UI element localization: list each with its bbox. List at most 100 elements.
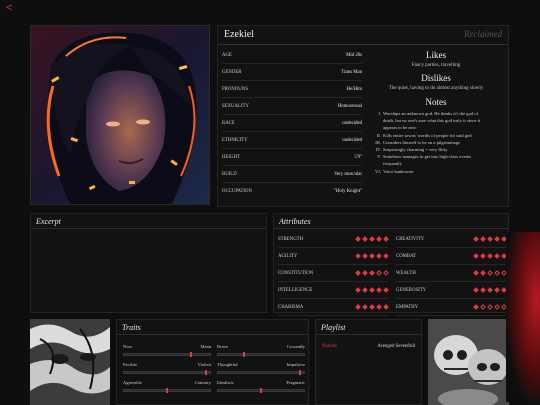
slider-thumb[interactable] [190, 352, 192, 357]
traits-panel: Traits Nice Mean Brave Cowardly Pacifist Viol… [116, 319, 309, 405]
info-row-pronouns: PRONOUNS He/Him [222, 81, 362, 98]
artwork-right [428, 319, 509, 405]
trait-slider[interactable] [123, 352, 211, 357]
filled-diamond-icon [355, 270, 361, 276]
info-row-gender: GENDER Trans Man [222, 64, 362, 81]
filled-diamond-icon [494, 253, 500, 259]
info-row-race: RACE undecided [222, 115, 362, 132]
status-label: Reclaimed [464, 29, 502, 39]
empty-diamond-icon [494, 304, 500, 310]
attribute-row: COMBAT [396, 248, 507, 265]
filled-diamond-icon [376, 287, 382, 293]
empty-diamond-icon [383, 270, 389, 276]
filled-diamond-icon [369, 287, 375, 293]
slider-thumb[interactable] [299, 370, 301, 375]
dislikes-text: The quiet, having to do almost anything … [388, 86, 484, 91]
attribute-label: WEALTH [396, 270, 416, 276]
playlist-divider [316, 334, 421, 335]
attributes-right-column: CREATIVITY COMBAT WEALTH GENEROSITY EMPATHY [396, 231, 507, 316]
excerpt-panel: Excerpt [30, 213, 267, 313]
filled-diamond-icon [473, 253, 479, 259]
filled-diamond-icon [487, 287, 493, 293]
slider-thumb[interactable] [166, 388, 168, 393]
info-row-age: AGE Mid 20s [222, 47, 362, 64]
filled-diamond-icon [355, 253, 361, 259]
filled-diamond-icon [473, 304, 479, 310]
trait-right-label: Impulsive [286, 362, 305, 367]
trait-slider[interactable] [123, 370, 211, 375]
filled-diamond-icon [383, 287, 389, 293]
attribute-rating [355, 270, 389, 276]
filled-diamond-icon [487, 236, 493, 242]
info-value: He/Him [346, 86, 362, 92]
artwork-left [30, 319, 110, 405]
dislikes-heading: Dislikes [421, 73, 451, 83]
attribute-rating [355, 236, 389, 242]
attribute-row: CREATIVITY [396, 231, 507, 248]
profile-panel: Ezekiel Reclaimed AGE Mid 20s GENDER Trans… [217, 25, 509, 207]
info-value: Trans Man [341, 69, 362, 75]
info-label: SEXUALITY [222, 103, 249, 109]
attribute-rating [473, 287, 507, 293]
info-label: PRONOUNS [222, 86, 248, 92]
attribute-label: EMPATHY [396, 304, 419, 310]
sketch-image [30, 319, 110, 405]
filled-diamond-icon [473, 270, 479, 276]
info-label: OCCUPATION [222, 189, 252, 194]
notes-list: I. Worships an unknown god. He thinks it'… [370, 110, 506, 175]
attribute-label: INTELLIGENCE [278, 287, 313, 293]
filled-diamond-icon [369, 253, 375, 259]
empty-diamond-icon [494, 270, 500, 276]
trait-slider[interactable] [217, 370, 305, 375]
trait-right-label: Mean [200, 344, 211, 349]
trait-right-label: Cowardly [286, 344, 305, 349]
filled-diamond-icon [362, 236, 368, 242]
playlist-panel: Playlist Nobody Avenged Sevenfold [315, 319, 422, 405]
trait-slider[interactable] [217, 388, 305, 393]
attribute-row: INTELLIGENCE [278, 282, 389, 299]
attribute-row: STRENGTH [278, 231, 389, 248]
info-label: GENDER [222, 69, 242, 75]
likes-text: Fancy parties, travelling [411, 63, 461, 68]
slider-thumb[interactable] [260, 388, 262, 393]
trait-right-label: Pragmatic [286, 380, 305, 385]
back-icon[interactable]: < [6, 2, 12, 14]
slider-thumb[interactable] [243, 352, 245, 357]
info-label: AGE [222, 52, 232, 58]
trait-slider[interactable] [217, 352, 305, 357]
attribute-label: CREATIVITY [396, 236, 425, 242]
filled-diamond-icon [362, 287, 368, 293]
filled-diamond-icon [494, 287, 500, 293]
filled-diamond-icon [369, 304, 375, 310]
trait-slider[interactable] [123, 388, 211, 393]
info-value: undecided [342, 137, 362, 143]
attribute-row: GENEROSITY [396, 282, 507, 299]
attribute-row: WEALTH [396, 265, 507, 282]
attributes-panel: Attributes STRENGTH AGILITY CONSTITUTION IN… [273, 213, 509, 316]
attribute-label: CONSTITUTION [278, 270, 314, 276]
info-value: Very muscular [334, 171, 362, 177]
trait-right-label: Contrary [194, 380, 211, 385]
skull-image [428, 319, 509, 405]
excerpt-heading: Excerpt [36, 217, 61, 226]
attribute-rating [473, 236, 507, 242]
attributes-heading: Attributes [279, 217, 311, 226]
filled-diamond-icon [362, 253, 368, 259]
filled-diamond-icon [480, 270, 486, 276]
portrait-illustration [31, 26, 209, 204]
info-value: Mid 20s [346, 52, 362, 58]
likes-heading: Likes [426, 50, 446, 60]
filled-diamond-icon [383, 236, 389, 242]
song-title[interactable]: Nobody [322, 344, 337, 349]
trait-right-label: Violent [197, 362, 211, 367]
slider-thumb[interactable] [205, 370, 207, 375]
filled-diamond-icon [355, 304, 361, 310]
note-item: III. Considers himself to be on a pilgrim… [375, 139, 461, 145]
filled-diamond-icon [473, 287, 479, 293]
filled-diamond-icon [480, 236, 486, 242]
info-value: 5'9" [354, 154, 362, 160]
playlist-heading: Playlist [321, 323, 346, 332]
filled-diamond-icon [383, 304, 389, 310]
info-label: RACE [222, 120, 235, 126]
attribute-row: EMPATHY [396, 299, 507, 316]
